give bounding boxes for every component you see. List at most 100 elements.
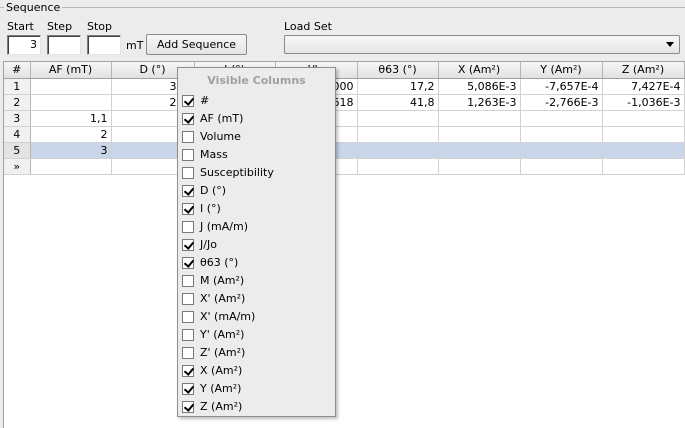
menu-item-label: X' (mA/m): [200, 310, 256, 323]
table-cell[interactable]: 41,8: [357, 94, 439, 111]
table-cell[interactable]: [438, 126, 521, 143]
table-row[interactable]: 135100017,25,086E-3-7,657E-47,427E-4: [4, 78, 685, 95]
menu-item-column[interactable]: M (Am²): [181, 272, 331, 290]
table-cell[interactable]: [438, 110, 521, 127]
table-cell[interactable]: 5,086E-3: [438, 78, 521, 95]
menu-item-column[interactable]: Z (Am²): [181, 398, 331, 416]
table-cell[interactable]: -1,036E-3: [602, 94, 685, 111]
menu-item-column[interactable]: X' (mA/m): [181, 308, 331, 326]
checkbox-icon[interactable]: [182, 185, 194, 197]
col-header-af[interactable]: AF (mT): [30, 62, 112, 79]
checkbox-icon[interactable]: [182, 113, 194, 125]
table-cell[interactable]: [602, 142, 685, 159]
row-header[interactable]: 3: [4, 110, 31, 127]
load-set-dropdown[interactable]: [284, 35, 680, 54]
menu-item-column[interactable]: D (°): [181, 182, 331, 200]
table-row[interactable]: 53: [4, 142, 685, 159]
load-set-label: Load Set: [284, 20, 332, 33]
row-header[interactable]: »: [4, 158, 31, 175]
menu-item-column[interactable]: Y' (Am²): [181, 326, 331, 344]
start-input[interactable]: 3: [7, 35, 41, 55]
menu-item-column[interactable]: θ63 (°): [181, 254, 331, 272]
menu-item-column[interactable]: J (mA/m): [181, 218, 331, 236]
table-row[interactable]: 229461841,81,263E-3-2,766E-3-1,036E-3: [4, 94, 685, 111]
menu-item-column[interactable]: Volume: [181, 128, 331, 146]
stop-input[interactable]: [87, 35, 121, 55]
table-row[interactable]: 3 1,1: [4, 110, 685, 127]
table-cell[interactable]: 17,2: [357, 78, 439, 95]
table-cell[interactable]: -2,766E-3: [520, 94, 603, 111]
table-cell[interactable]: 7,427E-4: [602, 78, 685, 95]
checkbox-icon[interactable]: [182, 95, 194, 107]
table-cell[interactable]: 1,1: [30, 110, 112, 127]
checkbox-icon[interactable]: [182, 347, 194, 359]
table-cell[interactable]: 2: [30, 126, 112, 143]
checkbox-icon[interactable]: [182, 275, 194, 287]
table-row[interactable]: 42: [4, 126, 685, 143]
table-cell[interactable]: [520, 142, 603, 159]
table-cell[interactable]: [602, 126, 685, 143]
sequence-grid[interactable]: # AF (mT) D (°) I (°) J/Jo θ63 (°) X (Am…: [3, 61, 685, 428]
table-cell[interactable]: -7,657E-4: [520, 78, 603, 95]
table-cell[interactable]: [438, 142, 521, 159]
table-cell[interactable]: [357, 142, 439, 159]
menu-item-label: Z' (Am²): [200, 346, 246, 359]
unit-label: mT: [126, 39, 144, 52]
table-cell[interactable]: [602, 158, 685, 175]
checkbox-icon[interactable]: [182, 131, 194, 143]
checkbox-icon[interactable]: [182, 221, 194, 233]
table-cell[interactable]: [30, 94, 112, 111]
menu-item-label: X (Am²): [200, 364, 243, 377]
menu-item-column[interactable]: AF (mT): [181, 110, 331, 128]
checkbox-icon[interactable]: [182, 365, 194, 377]
checkbox-icon[interactable]: [182, 293, 194, 305]
col-header-index[interactable]: #: [4, 62, 31, 79]
menu-item-column[interactable]: J/Jo: [181, 236, 331, 254]
row-header[interactable]: 5: [4, 142, 31, 159]
checkbox-icon[interactable]: [182, 401, 194, 413]
checkbox-icon[interactable]: [182, 203, 194, 215]
table-cell[interactable]: 1,263E-3: [438, 94, 521, 111]
table-cell[interactable]: [520, 158, 603, 175]
step-input[interactable]: [47, 35, 81, 55]
menu-item-column[interactable]: #: [181, 92, 331, 110]
menu-item-column[interactable]: Z' (Am²): [181, 344, 331, 362]
menu-item-label: θ63 (°): [200, 256, 239, 269]
table-cell[interactable]: [520, 126, 603, 143]
col-header-x[interactable]: X (Am²): [438, 62, 521, 79]
sequence-group-title: Sequence: [4, 1, 63, 14]
row-header[interactable]: 2: [4, 94, 31, 111]
menu-item-column[interactable]: Susceptibility: [181, 164, 331, 182]
table-cell[interactable]: [438, 158, 521, 175]
menu-item-column[interactable]: I (°): [181, 200, 331, 218]
row-header[interactable]: 1: [4, 78, 31, 95]
table-cell[interactable]: [30, 78, 112, 95]
table-cell[interactable]: [357, 158, 439, 175]
checkbox-icon[interactable]: [182, 383, 194, 395]
checkbox-icon[interactable]: [182, 257, 194, 269]
table-cell[interactable]: [602, 110, 685, 127]
checkbox-icon[interactable]: [182, 311, 194, 323]
menu-item-column[interactable]: Mass: [181, 146, 331, 164]
col-header-y[interactable]: Y (Am²): [520, 62, 603, 79]
table-cell[interactable]: [520, 110, 603, 127]
col-header-z[interactable]: Z (Am²): [602, 62, 685, 79]
menu-item-label: Z (Am²): [200, 400, 243, 413]
table-cell[interactable]: [357, 126, 439, 143]
table-cell[interactable]: [30, 158, 112, 175]
menu-item-column[interactable]: X' (Am²): [181, 290, 331, 308]
checkbox-icon[interactable]: [182, 149, 194, 161]
menu-item-label: #: [200, 94, 210, 107]
col-header-theta63[interactable]: θ63 (°): [357, 62, 439, 79]
menu-item-label: Y' (Am²): [200, 328, 245, 341]
checkbox-icon[interactable]: [182, 239, 194, 251]
table-cell[interactable]: 3: [30, 142, 112, 159]
checkbox-icon[interactable]: [182, 329, 194, 341]
menu-item-column[interactable]: Y (Am²): [181, 380, 331, 398]
table-cell[interactable]: [357, 110, 439, 127]
table-row[interactable]: »: [4, 158, 685, 175]
checkbox-icon[interactable]: [182, 167, 194, 179]
row-header[interactable]: 4: [4, 126, 31, 143]
menu-item-column[interactable]: X (Am²): [181, 362, 331, 380]
add-sequence-button[interactable]: Add Sequence: [146, 34, 247, 55]
